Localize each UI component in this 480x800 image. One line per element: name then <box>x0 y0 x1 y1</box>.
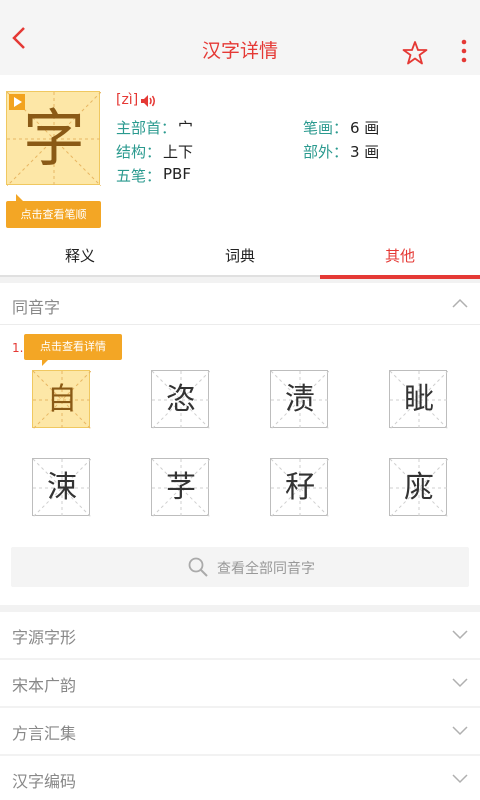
homophone-cell[interactable]: 恣 <box>151 370 210 429</box>
strokes-label: 笔画： <box>303 119 349 137</box>
section-dialects[interactable]: 方言汇集 <box>0 708 480 754</box>
homophone-char: 庣 <box>404 470 434 505</box>
homophone-cell[interactable]: 渍 <box>270 370 329 429</box>
strokes-value: 6 画 <box>350 119 380 137</box>
homophone-char: 渍 <box>285 382 315 417</box>
section-title: 字源字形 <box>12 628 77 647</box>
radical-value: 宀 <box>178 119 194 137</box>
section-title: 宋本广韵 <box>12 676 77 695</box>
homophone-index: 1. <box>12 341 24 355</box>
homophone-char: 秄 <box>285 470 315 505</box>
wubi-value: PBF <box>163 165 191 183</box>
structure-label: 结构： <box>116 143 162 161</box>
homophone-char: 涑 <box>47 470 77 505</box>
homophone-cell[interactable]: 眦 <box>389 370 448 429</box>
homophones-panel: 1. 点击查看详情 自 恣 渍 眦涑 芓 秄 庣 查看全部同音字 <box>0 325 480 605</box>
chevron-up-icon[interactable] <box>452 297 468 309</box>
outside-strokes-value: 3 画 <box>350 143 380 161</box>
homophones-title: 同音字 <box>12 298 61 317</box>
character-tile[interactable]: 字 <box>6 91 101 186</box>
more-options-icon[interactable] <box>454 38 474 68</box>
section-title: 方言汇集 <box>12 724 77 743</box>
homophone-char: 恣 <box>166 382 196 417</box>
top-bar: 汉字详情 <box>0 0 480 75</box>
homophone-char: 自 <box>47 382 77 417</box>
section-character-origin[interactable]: 字源字形 <box>0 612 480 658</box>
stroke-order-button[interactable]: 点击查看笔顺 <box>6 194 101 228</box>
tab-bar: 释义 词典 其他 <box>0 237 480 279</box>
pinyin: [zì] <box>116 92 139 108</box>
chevron-down-icon[interactable] <box>452 628 468 640</box>
homophone-char: 芓 <box>166 470 196 505</box>
section-songben-guangyun[interactable]: 宋本广韵 <box>0 660 480 706</box>
homophone-cell[interactable]: 芓 <box>151 458 210 517</box>
homophone-cell[interactable]: 涑 <box>32 458 91 517</box>
chevron-down-icon[interactable] <box>452 772 468 784</box>
tab-definition[interactable]: 释义 <box>0 237 160 275</box>
view-all-label: 查看全部同音字 <box>217 561 315 577</box>
homophones-header[interactable]: 同音字 <box>0 283 480 325</box>
tab-dictionary[interactable]: 词典 <box>160 237 320 275</box>
section-title: 汉字编码 <box>12 772 77 791</box>
view-details-tooltip[interactable]: 点击查看详情 <box>24 334 122 366</box>
play-icon[interactable] <box>9 94 25 110</box>
homophone-char: 眦 <box>404 382 434 417</box>
structure-value: 上下 <box>163 143 194 161</box>
speaker-icon[interactable] <box>140 94 158 108</box>
tab-other[interactable]: 其他 <box>320 237 480 279</box>
outside-strokes-label: 部外： <box>303 143 349 161</box>
wubi-label: 五笔： <box>116 167 162 185</box>
homophone-cell[interactable]: 庣 <box>389 458 448 517</box>
chevron-down-icon[interactable] <box>452 724 468 736</box>
homophone-cell[interactable]: 自 <box>32 370 91 429</box>
homophone-cell[interactable]: 秄 <box>270 458 329 517</box>
search-icon <box>188 557 208 577</box>
view-all-homophones-button[interactable]: 查看全部同音字 <box>11 547 469 587</box>
section-character-encoding[interactable]: 汉字编码 <box>0 756 480 800</box>
chevron-down-icon[interactable] <box>452 676 468 688</box>
star-icon[interactable] <box>402 40 428 66</box>
character-info-panel: 字 点击查看笔顺 [zì] 主部首： 宀 笔画： 6 画 结构： 上下 部外： … <box>0 75 480 237</box>
radical-label: 主部首： <box>116 119 177 137</box>
